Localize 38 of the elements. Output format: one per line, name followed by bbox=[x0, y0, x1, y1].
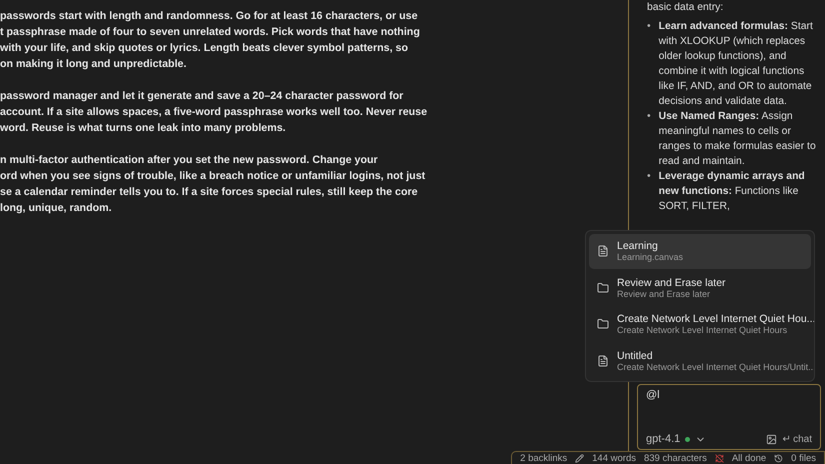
file-icon bbox=[597, 354, 609, 367]
text-line: account. If a site allows spaces, a five-word passphrase works well too. Never reuse bbox=[0, 105, 428, 120]
backlinks-count[interactable]: 2 backlinks bbox=[520, 452, 568, 464]
text-line: passwords start with length and randomness. Go for at least 16 characters, or use bbox=[0, 9, 418, 24]
history-icon[interactable] bbox=[774, 454, 784, 462]
suggestion-item[interactable]: Review and Erase later Review and Erase later bbox=[589, 270, 811, 305]
text-line: ord when you see signs of trouble, like a breach notice or unfamiliar logins, not just bbox=[0, 169, 426, 184]
bullet-marker: • bbox=[647, 20, 651, 34]
suggestion-item[interactable]: Learning Learning.canvas bbox=[589, 234, 811, 268]
bullet-marker: • bbox=[647, 110, 651, 124]
model-selector[interactable]: gpt-4.1 bbox=[646, 433, 680, 445]
bullet-item: Leverage dynamic arrays and new functions: Functions like SORT, FILTER, bbox=[658, 170, 806, 214]
pencil-icon[interactable] bbox=[575, 454, 584, 462]
text-line: on making it long and unpredictable. bbox=[0, 57, 186, 72]
sync-off-icon[interactable] bbox=[714, 454, 724, 462]
send-button[interactable]: ↵ chat bbox=[782, 433, 812, 445]
text-line: t passphrase made of four to seven unrelated words. Pick words that have nothing bbox=[0, 25, 420, 40]
file-icon bbox=[597, 245, 609, 258]
suggestion-item[interactable]: Untitled Create Network Level Internet Quiet Hours/Untit... bbox=[589, 344, 811, 378]
text-line: n multi-factor authentication after you set the new password. Change your bbox=[0, 153, 378, 168]
bullet-item: Use Named Ranges: Assign meaningful names to cells or ranges to make formulas easier to read and maintain. bbox=[658, 110, 817, 169]
sync-status: All done bbox=[732, 452, 766, 464]
text-line: with your life, and skip quotes or lyrics. Length beats clever symbol patterns, so bbox=[0, 41, 408, 56]
bullet-item: Learn advanced formulas: Start with XLOOKUP (which replaces older lookup functions), and combine it with logical functions like IF, AND, and OR to automate decisions and validate data. bbox=[658, 20, 814, 109]
text-line: long, unique, random. bbox=[0, 201, 112, 216]
chat-text: basic data entry: bbox=[647, 1, 724, 15]
character-count: 839 characters bbox=[644, 452, 707, 464]
folder-icon bbox=[597, 282, 609, 294]
chat-input[interactable]: @l gpt-4.1 ↵ chat bbox=[637, 384, 821, 450]
text-line: word. Reuse is what turns one leak into many problems. bbox=[0, 121, 286, 136]
image-icon[interactable] bbox=[766, 434, 778, 444]
input-value: @l bbox=[646, 389, 660, 401]
folder-icon bbox=[597, 318, 609, 330]
files-count: 0 files bbox=[791, 452, 816, 464]
word-count: 144 words bbox=[592, 452, 636, 464]
bullet-marker: • bbox=[647, 170, 651, 184]
text-line: se a calendar reminder tells you to. If a site forces special rules, still keep the core bbox=[0, 185, 418, 200]
text-line: password manager and let it generate and save a 20–24 character password for bbox=[0, 89, 404, 104]
